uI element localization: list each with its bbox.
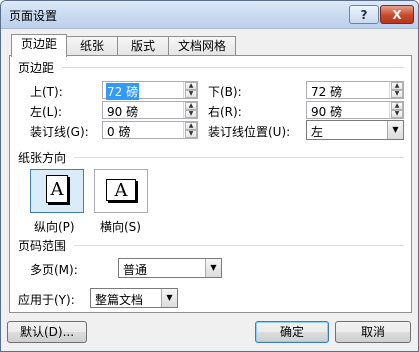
gutter-position-select[interactable]: 左 ▼ — [306, 120, 404, 140]
left-margin-value[interactable]: 90 磅 — [107, 103, 138, 120]
bottom-margin-spinner[interactable]: 72 磅 ▲ ▼ — [306, 81, 404, 99]
multiple-pages-label: 多页(M): — [30, 263, 78, 277]
left-margin-spinner[interactable]: 90 磅 ▲ ▼ — [102, 101, 198, 119]
portrait-label[interactable]: 纵向(P) — [34, 218, 75, 235]
margins-panel: 页边距 上(T): 72 磅 ▲ ▼ 下(B): 72 磅 ▲ ▼ 左(L): … — [9, 55, 412, 313]
portrait-option[interactable]: A — [30, 169, 84, 213]
top-margin-spinner[interactable]: 72 磅 ▲ ▼ — [102, 81, 198, 100]
cancel-button[interactable]: 取消 — [335, 321, 411, 343]
chevron-down-icon[interactable]: ▼ — [205, 259, 221, 277]
orientation-section-title: 纸张方向 — [18, 151, 67, 165]
title-bar: 页面设置 ? X — [1, 1, 418, 29]
landscape-page-icon: A — [106, 179, 136, 201]
portrait-page-icon: A — [46, 175, 68, 203]
spin-up-icon[interactable]: ▲ — [185, 102, 197, 110]
spin-up-icon[interactable]: ▲ — [185, 122, 197, 130]
spin-down-icon[interactable]: ▼ — [185, 130, 197, 138]
apply-to-value: 整篇文档 — [95, 293, 144, 307]
bottom-margin-value[interactable]: 72 磅 — [311, 83, 342, 100]
right-margin-value[interactable]: 90 磅 — [311, 103, 342, 120]
spin-up-icon[interactable]: ▲ — [391, 82, 403, 90]
apply-to-select[interactable]: 整篇文档 ▼ — [90, 288, 178, 308]
close-icon: X — [392, 7, 402, 22]
tab-layout[interactable]: 版式 — [117, 36, 169, 56]
margins-divider — [62, 67, 404, 68]
tab-paper[interactable]: 纸张 — [66, 36, 118, 56]
landscape-option[interactable]: A — [94, 169, 148, 213]
gutter-value[interactable]: 0 磅 — [107, 123, 130, 140]
spin-down-icon[interactable]: ▼ — [185, 90, 197, 98]
spin-down-icon[interactable]: ▼ — [391, 110, 403, 118]
right-margin-spinner[interactable]: 90 磅 ▲ ▼ — [306, 101, 404, 119]
window-title: 页面设置 — [9, 9, 58, 23]
top-margin-value[interactable]: 72 磅 — [106, 83, 140, 100]
gutter-position-label: 装订线位置(U): — [208, 125, 291, 139]
gutter-spinner[interactable]: 0 磅 ▲ ▼ — [102, 121, 198, 139]
top-margin-label: 上(T): — [30, 85, 63, 99]
ok-button[interactable]: 确定 — [255, 321, 329, 343]
page-setup-dialog: 页面设置 ? X 页边距 纸张 版式 文档网格 页边距 上(T): 72 磅 ▲… — [0, 0, 419, 352]
gutter-label: 装订线(G): — [30, 125, 89, 139]
landscape-label[interactable]: 横向(S) — [100, 218, 141, 235]
chevron-down-icon[interactable]: ▼ — [387, 121, 403, 139]
pages-section-title: 页码范围 — [18, 239, 67, 253]
spin-down-icon[interactable]: ▼ — [185, 110, 197, 118]
close-button[interactable]: X — [380, 5, 414, 24]
spin-up-icon[interactable]: ▲ — [185, 82, 197, 90]
apply-to-label: 应用于(Y): — [18, 293, 75, 307]
bottom-margin-label: 下(B): — [208, 85, 242, 99]
multiple-pages-select[interactable]: 普通 ▼ — [118, 258, 222, 278]
spin-up-icon[interactable]: ▲ — [391, 102, 403, 110]
gutter-position-value: 左 — [311, 125, 324, 139]
tab-doc-grid[interactable]: 文档网格 — [168, 36, 236, 56]
margins-section-title: 页边距 — [18, 61, 55, 75]
help-button[interactable]: ? — [349, 5, 379, 24]
pages-divider — [74, 245, 404, 246]
chevron-down-icon[interactable]: ▼ — [161, 289, 177, 307]
spin-down-icon[interactable]: ▼ — [391, 90, 403, 98]
default-button[interactable]: 默认(D)... — [7, 321, 87, 343]
right-margin-label: 右(R): — [208, 105, 242, 119]
tab-margins[interactable]: 页边距 — [11, 34, 67, 57]
left-margin-label: 左(L): — [30, 105, 63, 119]
orientation-divider — [74, 157, 404, 158]
help-icon: ? — [360, 7, 368, 22]
multiple-pages-value: 普通 — [123, 263, 148, 277]
